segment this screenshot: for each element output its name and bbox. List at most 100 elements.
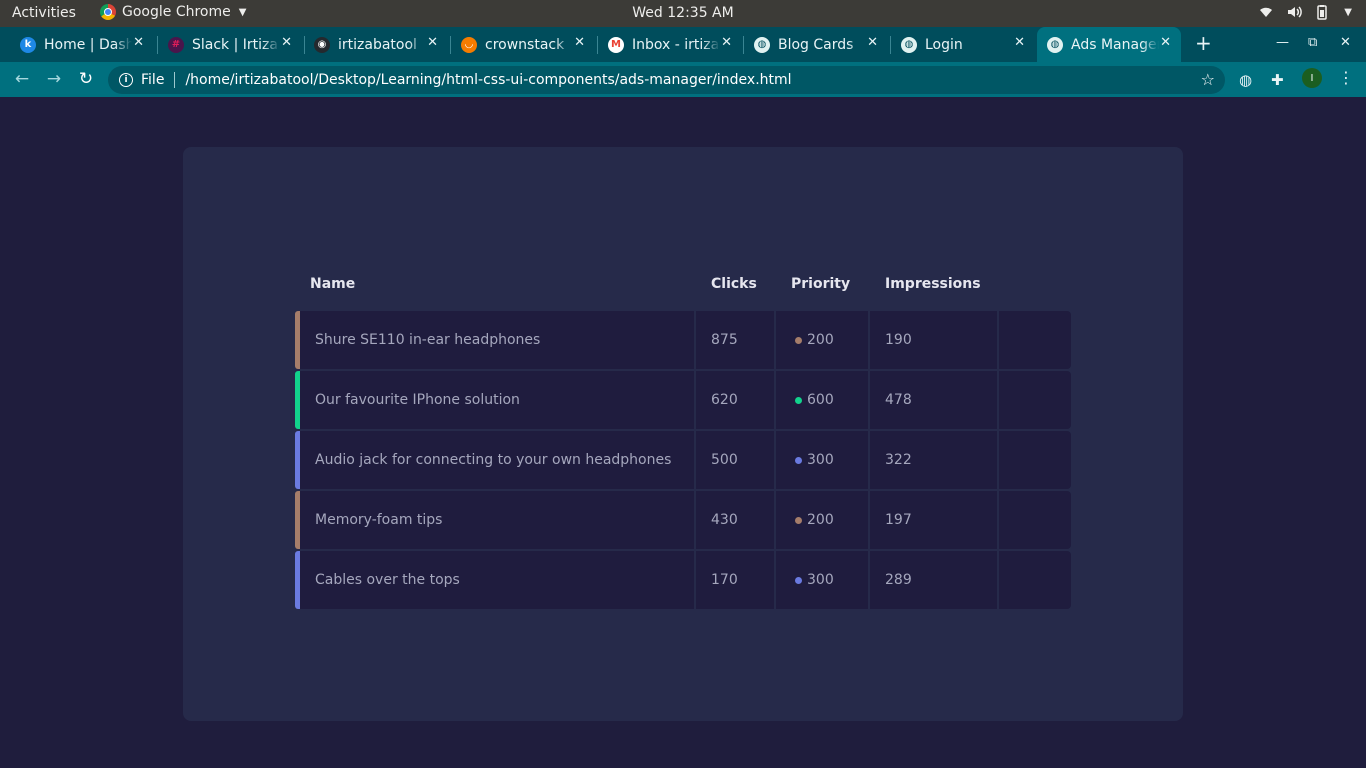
close-tab-icon[interactable]: ✕ xyxy=(1160,35,1171,50)
priority-value: 300 xyxy=(807,572,834,588)
close-tab-icon[interactable]: ✕ xyxy=(574,35,585,50)
chrome-menu-icon[interactable]: ⋮ xyxy=(1338,68,1354,87)
k-icon: k xyxy=(20,36,36,53)
tab-strip: k Home | Dash ✕ # Slack | Irtiza ✕ ◉ irt… xyxy=(0,27,1366,62)
address-bar[interactable]: i File /home/irtizabatool/Desktop/Learni… xyxy=(108,66,1225,94)
ad-name: Cables over the tops xyxy=(315,572,460,588)
table-row[interactable]: Audio jack for connecting to your own he… xyxy=(295,431,1071,489)
clicks-value: 430 xyxy=(711,512,738,528)
ad-name: Memory-foam tips xyxy=(315,512,443,528)
priority-value: 600 xyxy=(807,392,834,408)
cell-priority: 200 xyxy=(776,491,868,549)
tab-title: Inbox - irtiza xyxy=(632,36,720,53)
clicks-value: 875 xyxy=(711,332,738,348)
tab-home-dash[interactable]: k Home | Dash ✕ xyxy=(12,27,154,62)
ad-name: Our favourite IPhone solution xyxy=(315,392,520,408)
slack-icon: # xyxy=(168,36,184,53)
priority-value: 200 xyxy=(807,332,834,348)
impressions-value: 478 xyxy=(885,392,912,408)
tab-crownstack[interactable]: ◡ crownstack ✕ xyxy=(453,27,595,62)
cell-clicks: 170 xyxy=(696,551,774,609)
cell-actions xyxy=(999,311,1071,369)
volume-icon xyxy=(1288,6,1303,18)
chrome-icon xyxy=(100,4,116,20)
globe-icon: ◍ xyxy=(1047,36,1063,53)
impressions-value: 289 xyxy=(885,572,912,588)
github-icon: ◉ xyxy=(314,36,330,53)
close-tab-icon[interactable]: ✕ xyxy=(427,35,438,50)
app-menu[interactable]: Google Chrome ▼ xyxy=(100,4,246,20)
system-top-bar: Activities Google Chrome ▼ Wed 12:35 AM … xyxy=(0,0,1366,27)
cell-impressions: 289 xyxy=(870,551,997,609)
info-icon[interactable]: i xyxy=(119,73,133,87)
gmail-icon: M xyxy=(608,36,624,53)
browser-toolbar: ← → ↻ i File /home/irtizabatool/Desktop/… xyxy=(0,62,1366,97)
extensions-puzzle-icon[interactable]: ✚ xyxy=(1271,71,1284,89)
globe-icon: ◍ xyxy=(901,36,917,53)
cell-actions xyxy=(999,431,1071,489)
translate-globe-icon[interactable]: ◍ xyxy=(1239,71,1252,89)
cell-actions xyxy=(999,551,1071,609)
cell-priority: 200 xyxy=(776,311,868,369)
impressions-value: 190 xyxy=(885,332,912,348)
forward-arrow-icon[interactable]: → xyxy=(44,69,64,89)
cell-clicks: 875 xyxy=(696,311,774,369)
system-tray[interactable]: ▼ xyxy=(1258,4,1352,20)
power-menu-caret-icon: ▼ xyxy=(1344,6,1352,18)
battery-icon xyxy=(1317,5,1328,20)
table-row[interactable]: Memory-foam tips 430 200 197 xyxy=(295,491,1071,549)
tab-title: crownstack xyxy=(485,36,565,53)
tab-title: Home | Dash xyxy=(44,36,132,53)
cell-impressions: 197 xyxy=(870,491,997,549)
tab-gmail-inbox[interactable]: M Inbox - irtiza ✕ xyxy=(600,27,742,62)
tab-ads-manager[interactable]: ◍ Ads Manager ✕ xyxy=(1037,27,1181,62)
cell-impressions: 478 xyxy=(870,371,997,429)
tab-slack[interactable]: # Slack | Irtiza ✕ xyxy=(160,27,302,62)
table-row[interactable]: Our favourite IPhone solution 620 600 478 xyxy=(295,371,1071,429)
tab-title: Login xyxy=(925,36,963,53)
reload-icon[interactable]: ↻ xyxy=(76,69,96,89)
close-tab-icon[interactable]: ✕ xyxy=(281,35,292,50)
tab-title: irtizabatool xyxy=(338,36,417,53)
back-arrow-icon[interactable]: ← xyxy=(12,69,32,89)
cell-name: Memory-foam tips xyxy=(300,491,694,549)
cell-actions xyxy=(999,371,1071,429)
maximize-icon[interactable]: ⧉ xyxy=(1308,35,1317,50)
close-tab-icon[interactable]: ✕ xyxy=(1014,35,1025,50)
close-tab-icon[interactable]: ✕ xyxy=(133,35,144,50)
new-tab-button[interactable]: + xyxy=(1195,33,1212,53)
cell-impressions: 322 xyxy=(870,431,997,489)
minimize-icon[interactable]: — xyxy=(1276,35,1289,50)
cell-clicks: 430 xyxy=(696,491,774,549)
impressions-value: 197 xyxy=(885,512,912,528)
cell-name: Cables over the tops xyxy=(300,551,694,609)
cell-clicks: 500 xyxy=(696,431,774,489)
caret-down-icon: ▼ xyxy=(238,6,247,18)
clicks-value: 620 xyxy=(711,392,738,408)
header-clicks: Clicks xyxy=(711,276,757,292)
cell-name: Audio jack for connecting to your own he… xyxy=(300,431,694,489)
tab-login[interactable]: ◍ Login ✕ xyxy=(893,27,1035,62)
table-row[interactable]: Cables over the tops 170 300 289 xyxy=(295,551,1071,609)
priority-dot-icon xyxy=(795,396,802,404)
clicks-value: 500 xyxy=(711,452,738,468)
bookmark-star-icon[interactable]: ☆ xyxy=(1201,70,1215,89)
wifi-icon xyxy=(1260,7,1273,18)
table-row[interactable]: Shure SE110 in-ear headphones 875 200 190 xyxy=(295,311,1071,369)
priority-value: 300 xyxy=(807,452,834,468)
close-tab-icon[interactable]: ✕ xyxy=(867,35,878,50)
priority-dot-icon xyxy=(795,456,802,464)
close-window-icon[interactable]: ✕ xyxy=(1340,35,1351,50)
activities-button[interactable]: Activities xyxy=(12,5,76,21)
close-tab-icon[interactable]: ✕ xyxy=(721,35,732,50)
url-text[interactable]: /home/irtizabatool/Desktop/Learning/html… xyxy=(185,72,791,88)
cell-priority: 300 xyxy=(776,551,868,609)
tab-github[interactable]: ◉ irtizabatool ✕ xyxy=(306,27,448,62)
header-impressions: Impressions xyxy=(885,276,981,292)
tab-blog-cards[interactable]: ◍ Blog Cards ✕ xyxy=(746,27,888,62)
impressions-value: 322 xyxy=(885,452,912,468)
crownstack-icon: ◡ xyxy=(461,36,477,53)
tab-title: Blog Cards xyxy=(778,36,854,53)
profile-avatar[interactable]: I xyxy=(1302,68,1322,88)
cell-name: Our favourite IPhone solution xyxy=(300,371,694,429)
